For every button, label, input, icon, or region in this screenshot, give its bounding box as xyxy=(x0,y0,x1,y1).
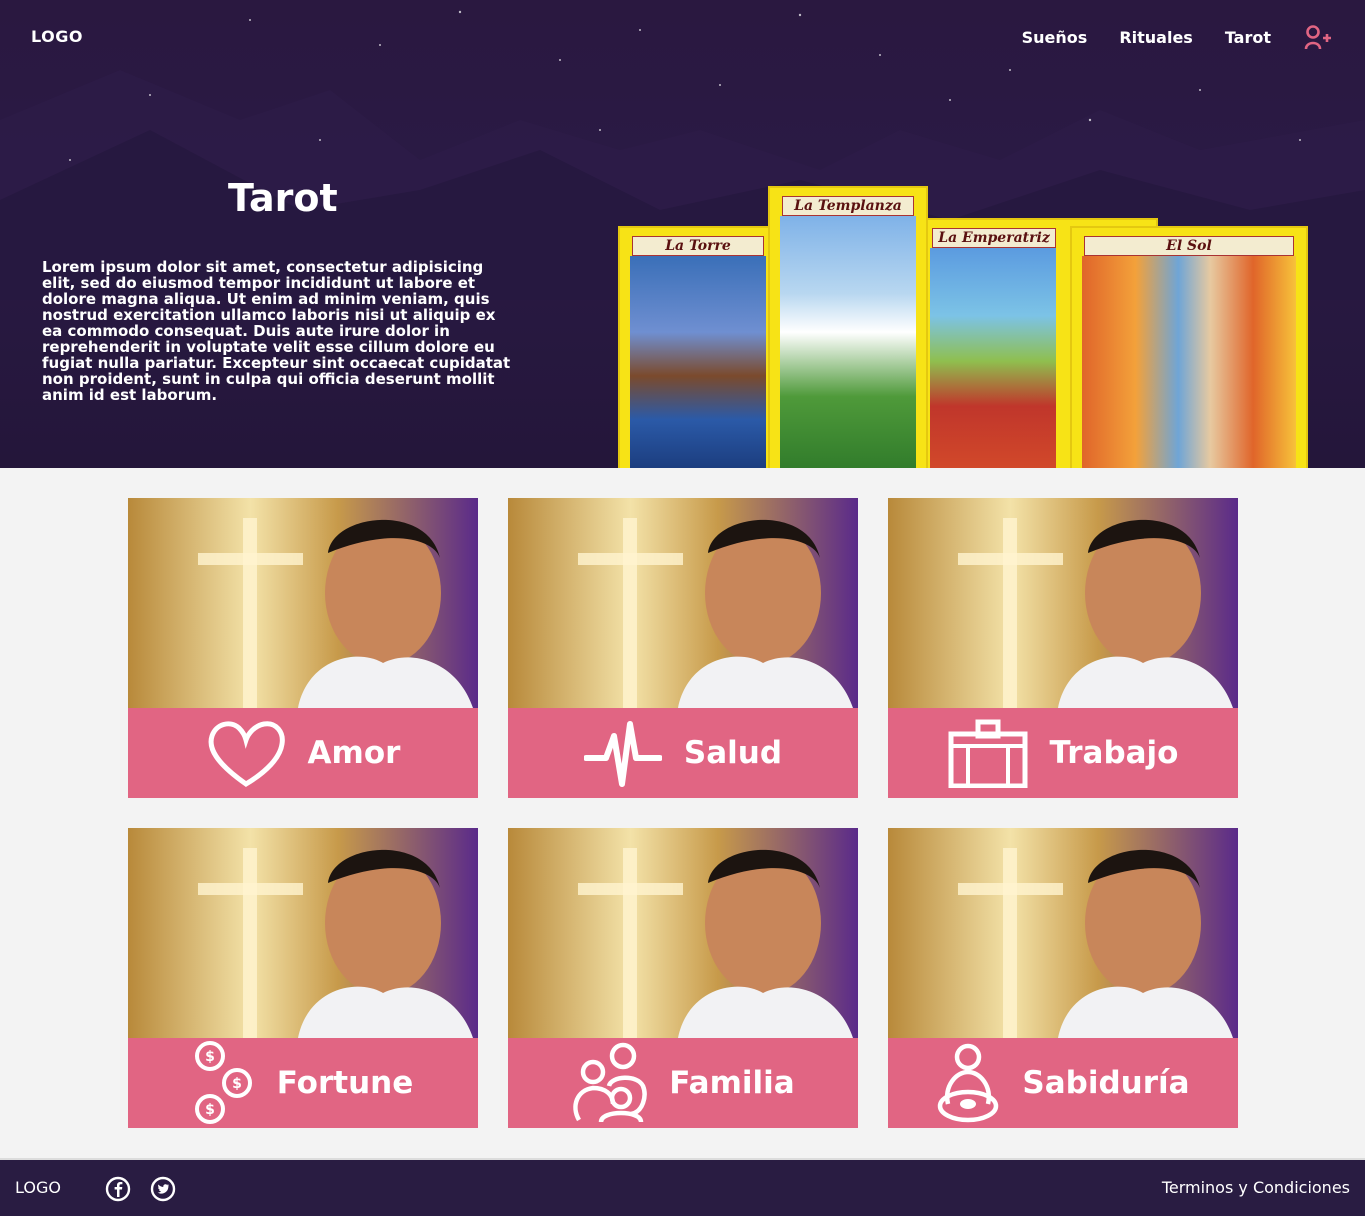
category-card-amor[interactable]: Amor xyxy=(128,498,478,798)
category-photo xyxy=(508,498,858,708)
category-card-sabiduria[interactable]: Sabiduría xyxy=(888,828,1238,1128)
meditation-icon xyxy=(938,1043,999,1123)
category-bar: Amor xyxy=(128,708,478,798)
category-card-trabajo[interactable]: Trabajo xyxy=(888,498,1238,798)
nav-item-rituales[interactable]: Rituales xyxy=(1119,25,1193,51)
heart-icon xyxy=(208,721,285,787)
family-icon xyxy=(573,1042,648,1123)
nav-item-tarot[interactable]: Tarot xyxy=(1225,25,1271,51)
facebook-icon[interactable] xyxy=(105,1176,131,1202)
tarot-card-la-torre: La Torre xyxy=(618,226,778,468)
tarot-card-name: El Sol xyxy=(1084,236,1294,256)
category-label: Amor xyxy=(307,735,401,771)
svg-text:$: $ xyxy=(205,1049,215,1065)
tarot-card-el-sol: El Sol xyxy=(1070,226,1308,468)
svg-text:$: $ xyxy=(232,1076,242,1092)
tarot-card-name: La Templanza xyxy=(782,196,914,216)
category-photo xyxy=(888,498,1238,708)
category-photo xyxy=(128,828,478,1038)
category-label: Familia xyxy=(669,1065,795,1101)
tarot-card-name: La Emperatriz xyxy=(932,228,1056,248)
category-bar: Trabajo xyxy=(888,708,1238,798)
category-label: Salud xyxy=(683,735,783,771)
category-label: Sabiduría xyxy=(1022,1065,1190,1101)
category-card-fortune[interactable]: $ $ $ Fortune xyxy=(128,828,478,1128)
nav-item-suenos[interactable]: Sueños xyxy=(1022,25,1088,51)
page-title: Tarot xyxy=(228,176,338,220)
category-bar: Familia xyxy=(508,1038,858,1128)
category-label: Trabajo xyxy=(1049,735,1179,771)
tarot-card-la-templanza: La Templanza xyxy=(768,186,928,468)
category-bar: Salud xyxy=(508,708,858,798)
briefcase-icon xyxy=(948,719,1027,788)
category-bar: $ $ $ Fortune xyxy=(128,1038,478,1128)
tarot-card-name: La Torre xyxy=(632,236,764,256)
footer: LOGO Terminos y Condiciones xyxy=(0,1158,1365,1216)
tarot-cards-image: La Torre La Emperatriz El Sol La Templan… xyxy=(618,186,1308,468)
category-label: Fortune xyxy=(276,1065,414,1101)
category-photo xyxy=(128,498,478,708)
category-photo xyxy=(888,828,1238,1038)
coins-icon: $ $ $ xyxy=(194,1041,252,1124)
header-logo[interactable]: LOGO xyxy=(31,27,83,46)
heartbeat-icon xyxy=(583,721,662,787)
hero-description: Lorem ipsum dolor sit amet, consectetur … xyxy=(42,258,511,404)
footer-logo[interactable]: LOGO xyxy=(15,1178,61,1197)
user-plus-icon[interactable] xyxy=(1303,24,1333,52)
main-nav: Sueños Rituales Tarot xyxy=(990,24,1333,52)
category-card-salud[interactable]: Salud xyxy=(508,498,858,798)
hero-section: LOGO Sueños Rituales Tarot Tarot Lorem i… xyxy=(0,0,1365,468)
twitter-icon[interactable] xyxy=(150,1176,176,1202)
category-photo xyxy=(508,828,858,1038)
svg-text:$: $ xyxy=(205,1102,215,1118)
terms-link[interactable]: Terminos y Condiciones xyxy=(1162,1178,1350,1197)
category-bar: Sabiduría xyxy=(888,1038,1238,1128)
category-card-familia[interactable]: Familia xyxy=(508,828,858,1128)
